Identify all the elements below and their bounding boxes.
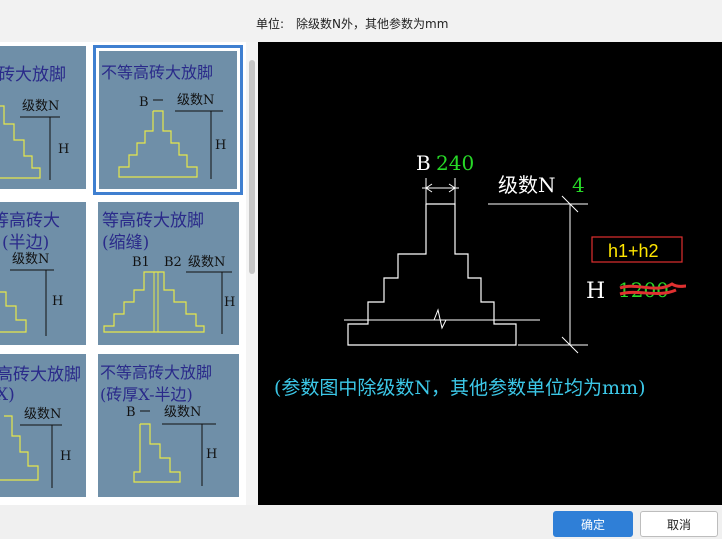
thumb-b-label: B: [139, 95, 149, 110]
thumb-diagram: 等高砖大放脚 (缩缝) B1 B2 级数N H: [102, 211, 235, 334]
thumb-b1-label: B1: [132, 255, 150, 270]
thumb-title: 等高砖大放脚: [102, 211, 204, 231]
thumb-h-label: H: [224, 295, 235, 310]
dialog-header: 单位: 除级数N外，其他参数为mm: [0, 0, 722, 42]
unit-info: 单位: 除级数N外，其他参数为mm: [256, 15, 448, 32]
preview-h-formula[interactable]: h1+h2: [608, 241, 659, 261]
thumb-h-label: H: [215, 138, 226, 153]
thumb-title: 不等高砖大放脚: [101, 63, 213, 82]
cancel-button[interactable]: 取消: [640, 511, 718, 537]
thumb-subtitle: (缩缝): [102, 233, 149, 253]
thumb-subtitle: X): [0, 385, 15, 405]
thumb-title: 高砖大放脚: [0, 365, 81, 385]
gallery-item-brick-thickness[interactable]: 高砖大放脚 X) 级数N H: [0, 354, 86, 497]
gallery-item-unequal-brick-footing[interactable]: 不等高砖大放脚 B 级数N H: [93, 45, 243, 195]
thumb-diagram: 高砖大放脚 X) 级数N H: [0, 365, 81, 488]
thumb-h-label: H: [52, 294, 63, 309]
dialog-footer: 确定 取消: [0, 505, 722, 539]
preview-h-old-value: 1200: [618, 278, 669, 302]
thumb-level-label: 级数N: [22, 99, 59, 114]
thumb-b2-label: B2: [164, 255, 182, 270]
preview-level-label: 级数N: [498, 173, 556, 197]
parameter-preview: B 240 级数N 4 H h1+h2 1200 (参数图中除级数N，其他参数单…: [258, 42, 722, 505]
thumb-level-label: 级数N: [188, 255, 225, 270]
thumb-diagram: 等高砖大 (半边) 级数N H: [0, 211, 63, 336]
thumb-diagram: 不等高砖大放脚 (砖厚X-半边) B 级数N H: [100, 363, 217, 486]
thumb-level-label: 级数N: [12, 252, 49, 267]
thumb-h-label: H: [60, 449, 71, 464]
thumb-level-label: 级数N: [164, 405, 201, 420]
gallery-item-equal-brick-shrink-joint[interactable]: 等高砖大放脚 (缩缝) B1 B2 级数N H: [98, 202, 239, 345]
thumb-level-label: 级数N: [177, 93, 214, 108]
unit-note: 除级数N外，其他参数为mm: [296, 17, 449, 31]
preview-b-value[interactable]: 240: [436, 151, 474, 175]
gallery-item-equal-brick-half[interactable]: 等高砖大 (半边) 级数N H: [0, 202, 86, 345]
preview-level-value[interactable]: 4: [572, 173, 585, 197]
ok-button[interactable]: 确定: [553, 511, 633, 537]
gallery-item-brick-footing[interactable]: 砖大放脚 级数N H: [0, 46, 86, 189]
gallery-scroll-thumb[interactable]: [249, 60, 255, 274]
thumb-title: 不等高砖大放脚: [100, 363, 212, 382]
gallery-scrollbar[interactable]: [246, 42, 258, 505]
preview-diagram: B 240 级数N 4 H h1+h2 1200 (参数图中除级数N，其他参数单…: [274, 151, 687, 399]
thumb-diagram: 砖大放脚 级数N H: [0, 65, 69, 180]
unit-label: 单位:: [256, 17, 285, 31]
thumb-subtitle: (半边): [2, 233, 49, 253]
preview-b-label: B: [416, 151, 431, 175]
thumb-title: 砖大放脚: [0, 65, 66, 85]
thumb-subtitle: (砖厚X-半边): [100, 385, 193, 404]
thumb-level-label: 级数N: [24, 407, 61, 422]
thumb-h-label: H: [206, 447, 217, 462]
thumb-title: 等高砖大: [0, 211, 60, 231]
thumb-diagram: 不等高砖大放脚 B 级数N H: [101, 63, 226, 179]
preview-h-label: H: [586, 279, 605, 304]
thumb-h-label: H: [58, 142, 69, 157]
thumb-b-label: B: [126, 405, 136, 420]
footing-type-gallery: 砖大放脚 级数N H 不等高砖大放脚 B 级数N H 等高砖大 (半边) 级数N…: [0, 42, 258, 505]
preview-caption: (参数图中除级数N，其他参数单位均为mm): [274, 377, 645, 399]
gallery-item-unequal-brick-half[interactable]: 不等高砖大放脚 (砖厚X-半边) B 级数N H: [98, 354, 239, 497]
